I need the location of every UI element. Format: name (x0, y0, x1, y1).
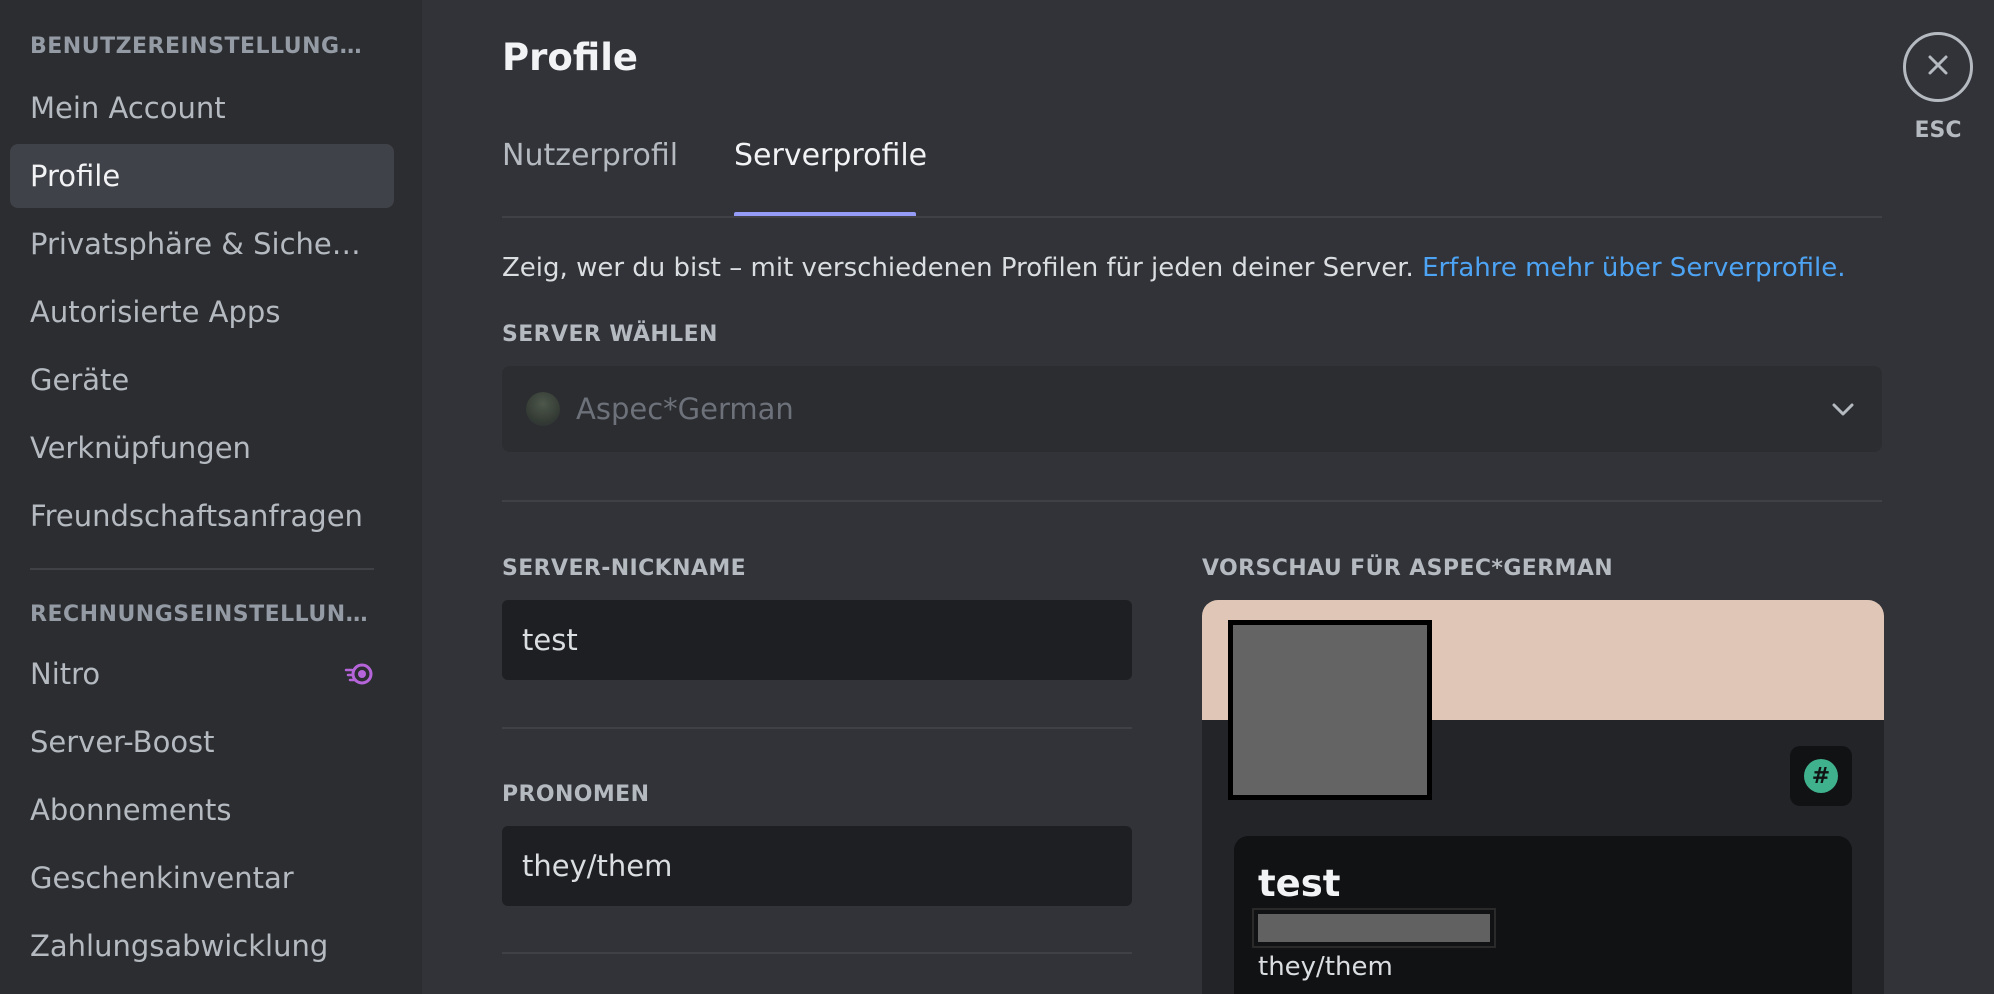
sidebar-item-label: Freundschaftsanfragen (30, 499, 363, 533)
sidebar-item-label: Geschenkinventar (30, 861, 294, 895)
sidebar-item-label: Server-Boost (30, 725, 215, 759)
sidebar-item-subscriptions[interactable]: Abonnements (10, 778, 394, 842)
sidebar-item-label: Privatsphäre & Sicherh... (30, 227, 370, 261)
sidebar-item-profile[interactable]: Profile (10, 144, 394, 208)
sidebar-item-connections[interactable]: Verknüpfungen (10, 416, 394, 480)
avatar[interactable] (1228, 620, 1432, 800)
sidebar-item-label: Profile (30, 159, 121, 193)
field-divider (502, 727, 1132, 729)
sidebar-item-server-boost[interactable]: Server-Boost (10, 710, 394, 774)
profile-preview-card: # test they/them (1202, 600, 1884, 994)
nickname-input[interactable]: test (502, 600, 1132, 680)
sidebar-item-friend-requests[interactable]: Freundschaftsanfragen (10, 484, 394, 548)
preview-label: VORSCHAU FÜR ASPEC*GERMAN (1202, 556, 1614, 581)
description-text: Zeig, wer du bist – mit verschiedenen Pr… (502, 253, 1423, 283)
sidebar-item-label: Geräte (30, 363, 130, 397)
settings-sidebar: BENUTZEREINSTELLUNGEN Mein Account Profi… (0, 0, 422, 994)
tab-server-profiles[interactable]: Serverprofile (734, 138, 927, 173)
sidebar-item-devices[interactable]: Geräte (10, 348, 394, 412)
sidebar-divider (30, 568, 374, 570)
sidebar-item-label: Verknüpfungen (30, 431, 251, 465)
user-settings-header: BENUTZEREINSTELLUNGEN (30, 34, 370, 59)
profile-info-box: test they/them (1234, 836, 1852, 994)
page-title: Profile (502, 36, 638, 79)
preview-pronouns: they/them (1258, 952, 1393, 982)
pronouns-input[interactable]: they/them (502, 826, 1132, 906)
section-divider (502, 500, 1882, 502)
sidebar-item-label: Nitro (30, 657, 101, 691)
field-divider (502, 952, 1132, 954)
esc-label: ESC (1914, 118, 1962, 143)
server-select-value: Aspec*German (576, 392, 794, 426)
sidebar-item-label: Autorisierte Apps (30, 295, 281, 329)
close-button[interactable] (1903, 32, 1973, 102)
hashtag-badge-icon: # (1804, 759, 1838, 793)
nickname-label: SERVER-NICKNAME (502, 556, 747, 581)
sidebar-item-privacy[interactable]: Privatsphäre & Sicherh... (10, 212, 394, 276)
settings-content: Profile Nutzerprofil Serverprofile Zeig,… (422, 0, 1994, 994)
sidebar-item-label: Abonnements (30, 793, 232, 827)
pronouns-label: PRONOMEN (502, 782, 650, 807)
sidebar-item-authorized-apps[interactable]: Autorisierte Apps (10, 280, 394, 344)
tab-divider (502, 216, 1882, 218)
sidebar-item-nitro[interactable]: Nitro (10, 642, 394, 706)
preview-display-name: test (1258, 862, 1341, 905)
learn-more-link[interactable]: Erfahre mehr über Serverprofile. (1422, 253, 1845, 283)
chevron-down-icon (1828, 394, 1858, 424)
server-select-label: SERVER WÄHLEN (502, 322, 718, 347)
tab-user-profile[interactable]: Nutzerprofil (502, 138, 678, 173)
billing-settings-header: RECHNUNGSEINSTELLUNG... (30, 602, 370, 627)
description: Zeig, wer du bist – mit verschiedenen Pr… (502, 253, 1845, 283)
server-avatar (526, 392, 560, 426)
badge-container[interactable]: # (1790, 746, 1852, 806)
sidebar-item-mein-account[interactable]: Mein Account (10, 76, 394, 140)
nitro-icon (344, 659, 374, 689)
sidebar-item-gift-inventory[interactable]: Geschenkinventar (10, 846, 394, 910)
sidebar-item-label: Zahlungsabwicklung (30, 929, 329, 963)
sidebar-item-billing[interactable]: Zahlungsabwicklung (10, 914, 394, 978)
server-select-dropdown[interactable]: Aspec*German (502, 366, 1882, 452)
sidebar-item-label: Mein Account (30, 91, 226, 125)
redacted-username (1252, 908, 1496, 948)
close-icon (1923, 50, 1953, 84)
